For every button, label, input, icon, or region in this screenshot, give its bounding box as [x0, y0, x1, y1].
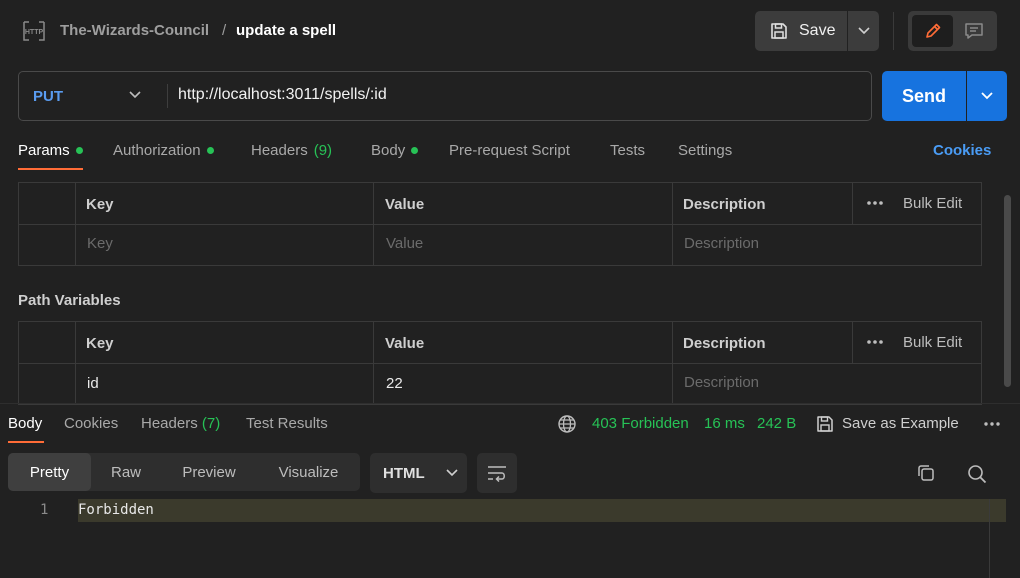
path-variable-description[interactable]: Description	[684, 374, 759, 391]
status-dot	[411, 147, 419, 154]
tab-settings[interactable]: Settings	[678, 142, 732, 159]
save-icon	[769, 21, 789, 41]
format-select[interactable]: HTML	[370, 453, 467, 493]
wrap-lines-icon	[486, 464, 508, 482]
cookies-link[interactable]: Cookies	[933, 142, 991, 159]
tab-headers-label: Headers	[251, 142, 308, 159]
bulk-edit-button[interactable]: Bulk Edit	[903, 195, 962, 212]
more-options-icon[interactable]	[983, 421, 1001, 427]
save-label: Save	[799, 22, 836, 39]
breadcrumb-separator: /	[222, 22, 227, 39]
path-variables-table	[18, 321, 982, 405]
chevron-down-icon	[445, 468, 459, 478]
copy-icon[interactable]	[916, 463, 936, 483]
comments-button[interactable]	[953, 15, 994, 47]
param-key-input[interactable]: Key	[87, 235, 113, 252]
tab-body-label: Body	[371, 142, 406, 159]
breadcrumb-workspace[interactable]: The-Wizards-Council	[60, 22, 209, 39]
save-dropdown-button[interactable]	[848, 11, 879, 51]
send-dropdown-button[interactable]	[967, 71, 1007, 121]
tab-authorization[interactable]: Authorization	[113, 142, 214, 159]
tab-body[interactable]: Body	[371, 142, 419, 159]
editor-scroll-track	[989, 499, 990, 578]
response-divider	[0, 403, 1020, 404]
column-header-key: Key	[86, 335, 114, 352]
view-raw[interactable]: Raw	[91, 453, 161, 491]
tab-tests[interactable]: Tests	[610, 142, 645, 159]
column-header-value: Value	[385, 335, 425, 352]
headers-count: (9)	[313, 142, 333, 159]
query-params-table	[18, 182, 982, 266]
send-button[interactable]: Send	[882, 71, 966, 121]
http-request-icon: HTTP	[22, 20, 46, 42]
url-divider	[167, 84, 168, 108]
response-tab-body[interactable]: Body	[8, 415, 42, 432]
status-dot	[75, 147, 83, 154]
path-variables-title: Path Variables	[18, 292, 121, 309]
pencil-icon	[924, 22, 942, 40]
active-response-tab-indicator	[8, 441, 44, 443]
response-tab-headers-label: Headers	[141, 415, 198, 432]
response-tab-cookies[interactable]: Cookies	[64, 415, 118, 432]
globe-icon[interactable]	[557, 414, 577, 434]
request-scrollbar[interactable]	[1004, 195, 1011, 387]
tab-headers[interactable]: Headers (9)	[251, 142, 332, 159]
column-header-key: Key	[86, 196, 114, 213]
column-header-description: Description	[683, 335, 766, 352]
response-size[interactable]: 242 B	[757, 415, 796, 432]
response-tab-test-results[interactable]: Test Results	[246, 415, 328, 432]
method-select[interactable]: PUT	[33, 88, 63, 105]
header-divider	[893, 12, 894, 50]
svg-text:HTTP: HTTP	[25, 29, 44, 36]
format-label: HTML	[383, 464, 425, 482]
path-variable-key[interactable]: id	[87, 375, 99, 392]
tab-params[interactable]: Params	[18, 142, 83, 159]
column-header-value: Value	[385, 196, 425, 213]
view-visualize[interactable]: Visualize	[257, 453, 360, 491]
request-name[interactable]: update a spell	[236, 22, 336, 39]
save-icon	[815, 414, 835, 434]
response-time[interactable]: 16 ms	[704, 415, 745, 432]
edit-mode-button[interactable]	[912, 15, 953, 47]
highlighted-line	[78, 499, 1006, 522]
more-options-icon[interactable]	[866, 339, 884, 345]
view-preview[interactable]: Preview	[161, 453, 257, 491]
response-headers-count: (7)	[201, 415, 221, 432]
tab-params-label: Params	[18, 142, 70, 159]
view-pretty[interactable]: Pretty	[8, 453, 91, 491]
column-header-description: Description	[683, 196, 766, 213]
tab-prerequest-script[interactable]: Pre-request Script	[449, 142, 570, 159]
response-status[interactable]: 403 Forbidden	[592, 415, 689, 432]
param-value-input[interactable]: Value	[386, 235, 423, 252]
line-number: 1	[40, 502, 49, 518]
active-tab-indicator	[18, 168, 83, 170]
save-button[interactable]: Save	[755, 11, 847, 51]
chevron-down-icon	[980, 91, 994, 101]
response-tab-headers[interactable]: Headers (7)	[141, 415, 220, 432]
tab-authorization-label: Authorization	[113, 142, 201, 159]
wrap-lines-button[interactable]	[477, 453, 517, 493]
comment-icon	[964, 22, 984, 40]
param-description-input[interactable]: Description	[684, 235, 759, 252]
more-options-icon[interactable]	[866, 200, 884, 206]
url-input[interactable]	[178, 86, 858, 104]
chevron-down-icon[interactable]	[128, 90, 142, 100]
bulk-edit-button[interactable]: Bulk Edit	[903, 334, 962, 351]
search-icon[interactable]	[966, 463, 988, 485]
path-variable-value[interactable]: 22	[386, 375, 403, 392]
status-dot	[206, 147, 214, 154]
response-body-line[interactable]: Forbidden	[78, 502, 154, 518]
save-as-example-button[interactable]: Save as Example	[842, 415, 959, 432]
chevron-down-icon	[857, 27, 870, 35]
